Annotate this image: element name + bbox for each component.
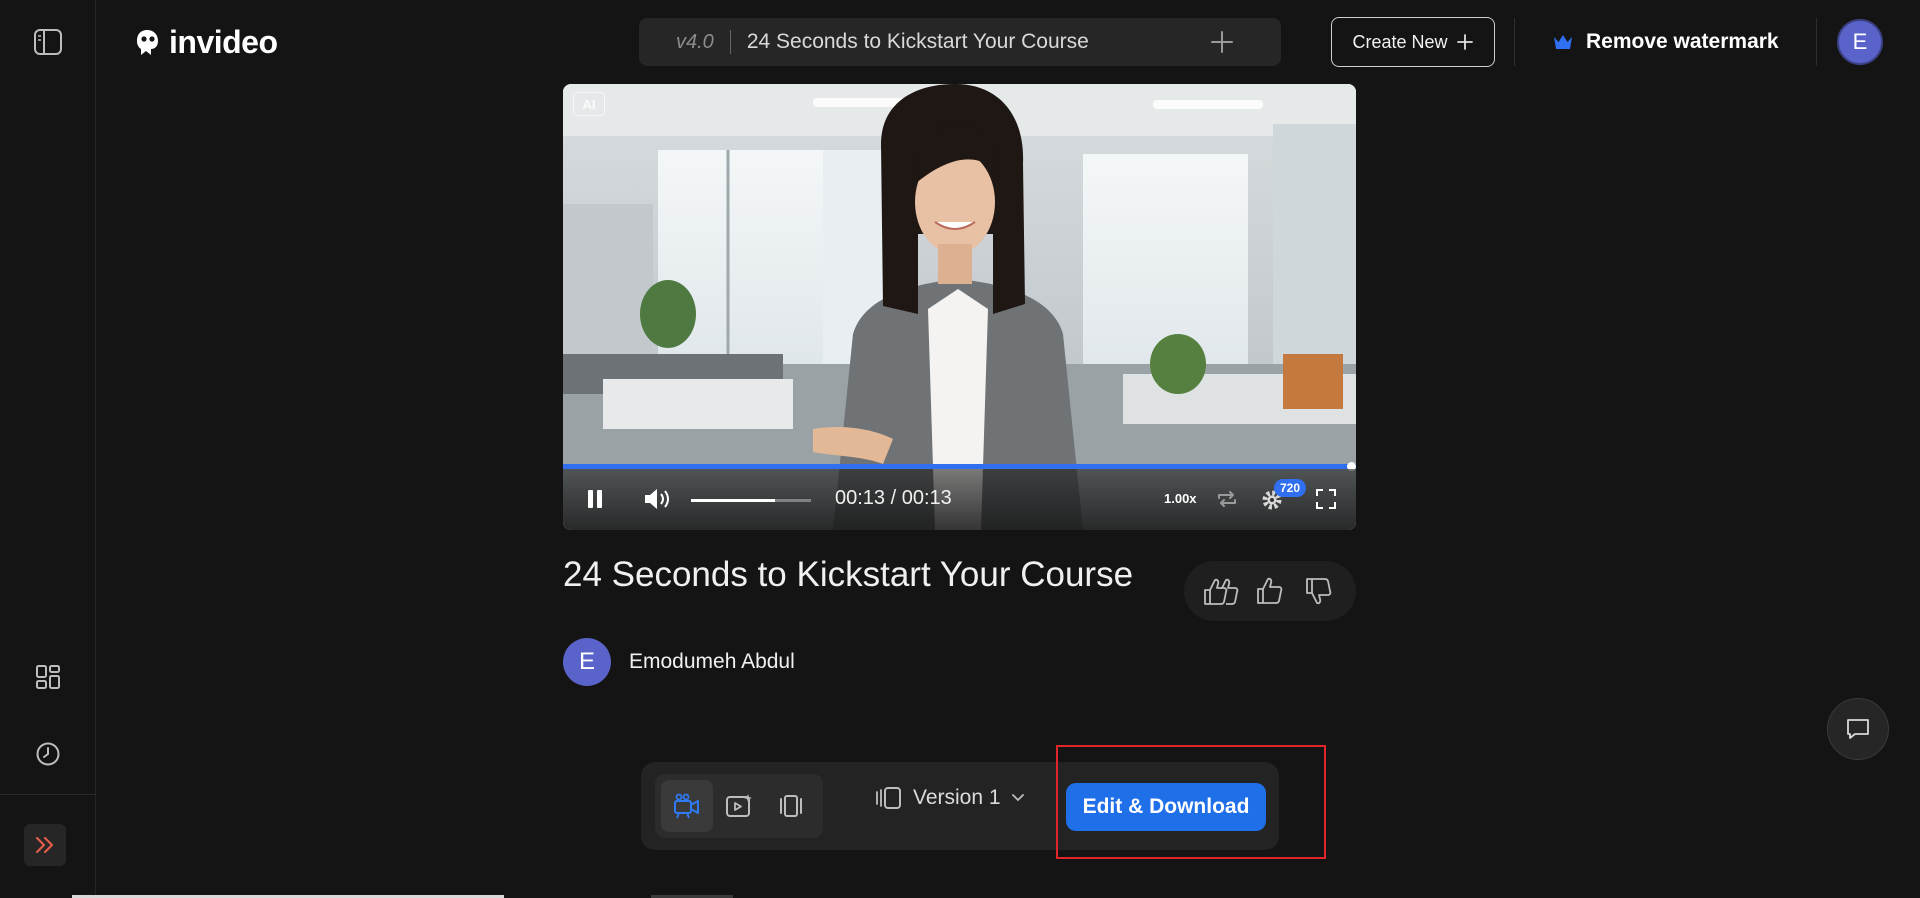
mute-button[interactable] [641,483,675,515]
crown-icon [1554,35,1572,49]
sidebar-panel-icon [34,29,62,55]
fullscreen-icon [1316,489,1336,509]
volume-level [691,499,775,502]
author-avatar: E [563,638,611,686]
mode-switcher [655,774,823,838]
time-display: 00:13 / 00:13 [835,487,952,509]
loop-icon [1218,491,1236,507]
feedback-group [1184,561,1356,621]
grid-icon [36,665,60,689]
ghost-logo-icon [137,29,158,55]
create-new-label: Create New [1352,31,1448,52]
version-selector[interactable]: Version 1 [875,786,1025,810]
versions-icon [876,787,901,809]
carousel-icon [780,795,802,817]
create-new-button[interactable]: Create New [1331,17,1495,67]
project-title-bar[interactable]: v4.0 24 Seconds to Kickstart Your Course [639,18,1281,66]
clock-icon [36,742,60,766]
thumbs-down-icon [1306,578,1332,605]
header-divider [1816,18,1817,66]
pause-icon [588,490,602,508]
ai-video-icon [726,794,752,817]
thumbs-up-icon [1257,577,1283,604]
video-camera-icon [674,793,699,819]
double-thumbs-up-icon [1203,578,1238,605]
title-separator [729,30,731,54]
loop-button[interactable] [1212,485,1242,513]
plus-icon [1456,34,1473,50]
author-name: Emodumeh Abdul [629,650,795,673]
left-sidebar [0,0,96,898]
pause-button[interactable] [579,483,611,515]
volume-icon [645,489,669,509]
sidebar-divider [0,794,96,795]
mode-ai-edit-button[interactable] [713,780,765,832]
love-it-button[interactable] [1201,571,1241,611]
double-chevron-right-icon [35,836,54,854]
plus-icon[interactable] [1209,29,1235,55]
player-controls: 00:13 / 00:13 1.00x 720 [563,469,1356,530]
ai-badge: AI [573,92,605,116]
playback-speed-button[interactable]: 1.00x [1164,491,1197,506]
video-player[interactable]: AI 00:13 / 00:13 1.00x 720 [563,84,1356,530]
thumbs-up-button[interactable] [1250,571,1290,611]
expand-sidebar-button[interactable] [24,824,66,866]
invideo-logo[interactable]: invideo [131,24,278,61]
version-label: Version 1 [913,786,1001,809]
project-title[interactable]: 24 Seconds to Kickstart Your Course [747,30,1089,54]
chat-bubble-icon [1847,719,1869,739]
highlight-annotation [1056,745,1326,859]
sidebar-toggle-button[interactable] [28,22,68,62]
dashboard-button[interactable] [28,657,68,697]
mode-versions-button[interactable] [765,780,817,832]
author-info: E Emodumeh Abdul [563,638,795,686]
video-title: 24 Seconds to Kickstart Your Course [563,555,1134,594]
remove-watermark-button[interactable]: Remove watermark [1552,26,1779,58]
quality-badge: 720 [1274,479,1307,497]
mode-video-button[interactable] [661,780,713,832]
thumbs-down-button[interactable] [1299,571,1339,611]
version-tag: v4.0 [676,30,714,53]
chat-support-button[interactable] [1827,698,1889,760]
user-avatar[interactable]: E [1837,19,1883,65]
remove-watermark-label: Remove watermark [1586,30,1779,53]
chevron-down-icon [1011,794,1024,802]
volume-slider[interactable] [691,499,811,502]
header-divider [1514,18,1515,66]
brand-name: invideo [169,24,278,60]
fullscreen-button[interactable] [1311,485,1341,513]
history-button[interactable] [28,734,68,774]
